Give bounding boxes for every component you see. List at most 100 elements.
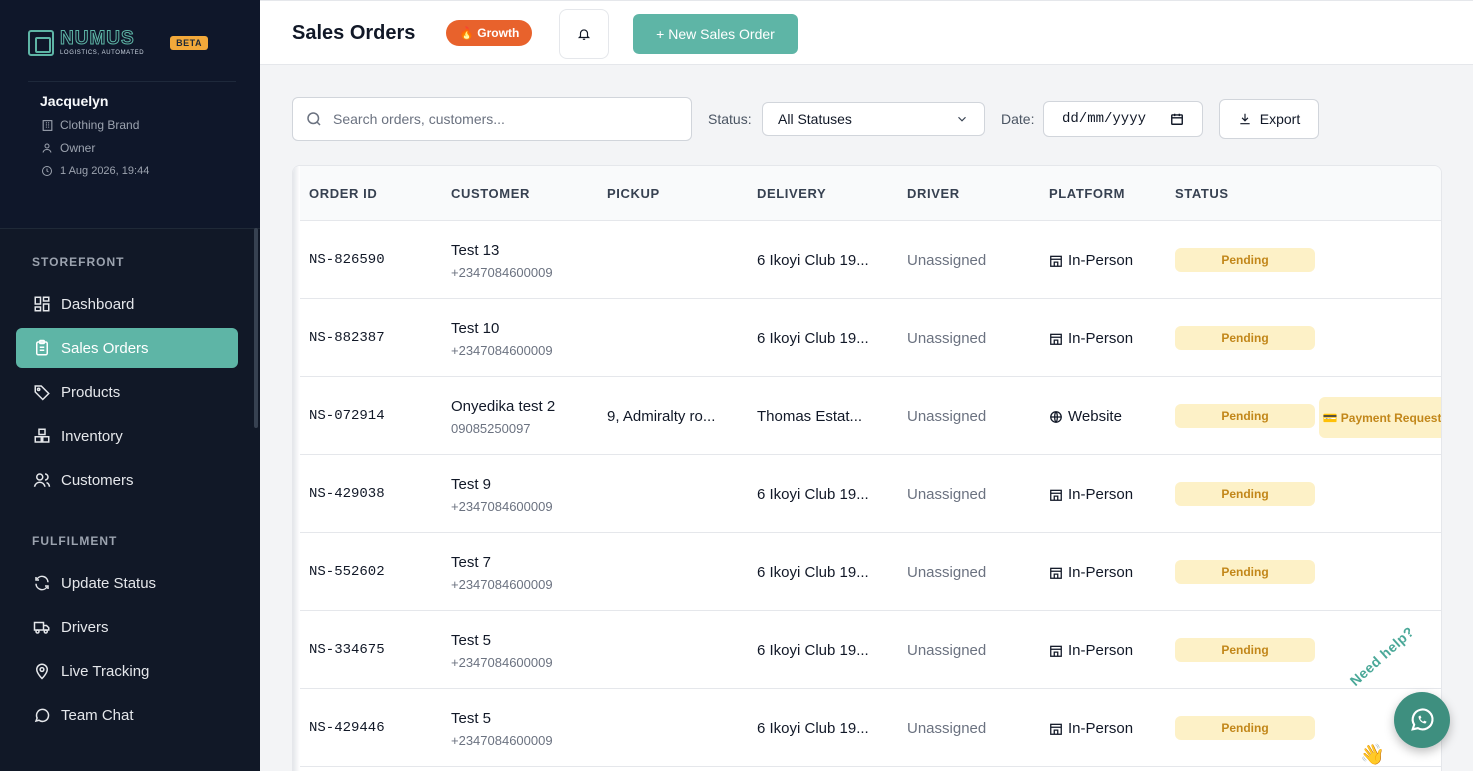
bell-icon <box>577 29 591 40</box>
table-row[interactable]: NS-826590 Test 13 +2347084600009 6 Ikoyi… <box>293 221 1441 299</box>
platform: Website <box>1049 408 1122 425</box>
payment-requested-badge: 💳 Payment Requested <box>1319 397 1441 438</box>
customer-name: Onyedika test 2 <box>451 398 556 415</box>
status-badge: Pending <box>1175 404 1315 428</box>
customer-name: Test 13 <box>451 242 500 259</box>
sidebar-item-customers[interactable]: Customers <box>16 460 238 500</box>
order-id[interactable]: NS-334675 <box>309 642 385 658</box>
search-input[interactable] <box>333 111 673 127</box>
delivery-address: 6 Ikoyi Club 19... <box>757 252 869 269</box>
sidebar-item-label: Dashboard <box>61 295 135 313</box>
table-row[interactable]: NS-429038 Test 9 +2347084600009 6 Ikoyi … <box>293 455 1441 533</box>
customer-phone: +2347084600009 <box>451 577 553 592</box>
dashboard-icon <box>34 296 50 312</box>
status-select[interactable]: All Statuses <box>762 102 985 136</box>
status-badge: Pending <box>1175 638 1315 662</box>
section-fulfilment: FULFILMENT <box>32 534 118 548</box>
customer-phone: +2347084600009 <box>451 343 553 358</box>
logo-icon <box>28 30 54 56</box>
column-platform[interactable]: PLATFORM <box>1049 186 1125 201</box>
order-id[interactable]: NS-552602 <box>309 564 385 580</box>
export-label: Export <box>1259 111 1301 127</box>
column-driver[interactable]: DRIVER <box>907 186 960 201</box>
sidebar-item-live-tracking[interactable]: Live Tracking <box>16 651 238 691</box>
sidebar-item-label: Update Status <box>61 574 157 592</box>
customer-name: Test 5 <box>451 632 492 649</box>
export-button[interactable]: Export <box>1219 99 1319 139</box>
column-order-id[interactable]: ORDER ID <box>309 186 377 201</box>
driver: Unassigned <box>907 330 987 347</box>
sidebar-item-team-chat[interactable]: Team Chat <box>16 695 238 735</box>
sidebar-item-label: Live Tracking <box>61 662 150 680</box>
driver: Unassigned <box>907 564 987 581</box>
boxes-icon <box>34 428 50 443</box>
brand-tagline: LOGISTICS, AUTOMATED <box>60 50 145 56</box>
table-row[interactable]: NS-334675 Test 5 +2347084600009 6 Ikoyi … <box>293 611 1441 689</box>
whatsapp-help-button[interactable] <box>1394 692 1450 748</box>
platform: In-Person <box>1049 486 1133 503</box>
user-name: Jacquelyn <box>40 93 109 109</box>
sidebar-item-drivers[interactable]: Drivers <box>16 607 238 647</box>
clock-icon <box>40 164 54 178</box>
store-icon <box>1050 723 1062 735</box>
column-delivery[interactable]: DELIVERY <box>757 186 826 201</box>
brand[interactable]: NUMUS LOGISTICS, AUTOMATED BETA <box>28 28 208 56</box>
order-id[interactable]: NS-072914 <box>309 408 385 424</box>
column-status[interactable]: STATUS <box>1175 186 1229 201</box>
notifications-button[interactable] <box>559 9 609 59</box>
sidebar-item-dashboard[interactable]: Dashboard <box>16 284 238 324</box>
sidebar-item-products[interactable]: Products <box>16 372 238 412</box>
status-badge: Pending <box>1175 248 1315 272</box>
refresh-icon <box>35 575 49 591</box>
store-icon <box>1050 489 1062 501</box>
table-row[interactable]: NS-882387 Test 10 +2347084600009 6 Ikoyi… <box>293 299 1441 377</box>
driver: Unassigned <box>907 408 987 425</box>
customer-name: Test 9 <box>451 476 492 493</box>
driver: Unassigned <box>907 486 987 503</box>
order-id[interactable]: NS-826590 <box>309 252 385 268</box>
user-datetime: 1 Aug 2026, 19:44 <box>60 165 150 177</box>
sidebar-scrollbar[interactable] <box>254 228 258 428</box>
tag-icon <box>34 385 50 401</box>
table-row[interactable]: NS-429446 Test 5 +2347084600009 6 Ikoyi … <box>293 689 1441 767</box>
table-row[interactable]: NS-072914 Onyedika test 2 09085250097 9,… <box>293 377 1441 455</box>
delivery-address: 6 Ikoyi Club 19... <box>757 486 869 503</box>
store-icon <box>1050 645 1062 657</box>
page-title: Sales Orders <box>292 22 416 44</box>
platform: In-Person <box>1049 564 1133 581</box>
sidebar-item-sales-orders[interactable]: Sales Orders <box>16 328 238 368</box>
pickup-address: 9, Admiralty ro... <box>607 408 716 425</box>
customer-phone: +2347084600009 <box>451 655 553 670</box>
section-storefront: STOREFRONT <box>32 255 125 269</box>
store-icon <box>1050 567 1062 579</box>
sidebar-item-inventory[interactable]: Inventory <box>16 416 238 456</box>
brand-name: NUMUS <box>59 28 135 49</box>
sidebar-item-label: Products <box>61 383 121 401</box>
user-icon <box>40 141 54 155</box>
search-box[interactable] <box>292 97 692 141</box>
orders-table: ORDER ID CUSTOMER PICKUP DELIVERY DRIVER… <box>292 165 1442 771</box>
chat-icon <box>34 708 50 723</box>
date-input[interactable]: dd/mm/yyyy <box>1043 101 1203 137</box>
brand-divider <box>28 81 236 82</box>
platform: In-Person <box>1049 720 1133 737</box>
plan-badge[interactable]: 🔥 Growth <box>446 20 533 46</box>
download-icon <box>1240 113 1250 125</box>
new-sales-order-button[interactable]: + New Sales Order <box>633 14 798 54</box>
status-badge: Pending <box>1175 482 1315 506</box>
order-id[interactable]: NS-429446 <box>309 720 385 736</box>
column-customer[interactable]: CUSTOMER <box>451 186 530 201</box>
driver: Unassigned <box>907 720 987 737</box>
customer-name: Test 10 <box>451 320 500 337</box>
date-placeholder: dd/mm/yyyy <box>1062 111 1147 127</box>
delivery-address: Thomas Estat... <box>757 408 863 425</box>
order-id[interactable]: NS-882387 <box>309 330 385 346</box>
sidebar-item-label: Sales Orders <box>61 339 149 357</box>
table-row[interactable]: NS-552602 Test 7 +2347084600009 6 Ikoyi … <box>293 533 1441 611</box>
column-pickup[interactable]: PICKUP <box>607 186 660 201</box>
order-id[interactable]: NS-429038 <box>309 486 385 502</box>
users-icon <box>33 473 51 487</box>
sidebar-item-label: Team Chat <box>61 706 134 724</box>
delivery-address: 6 Ikoyi Club 19... <box>757 720 869 737</box>
sidebar-item-update-status[interactable]: Update Status <box>16 563 238 603</box>
